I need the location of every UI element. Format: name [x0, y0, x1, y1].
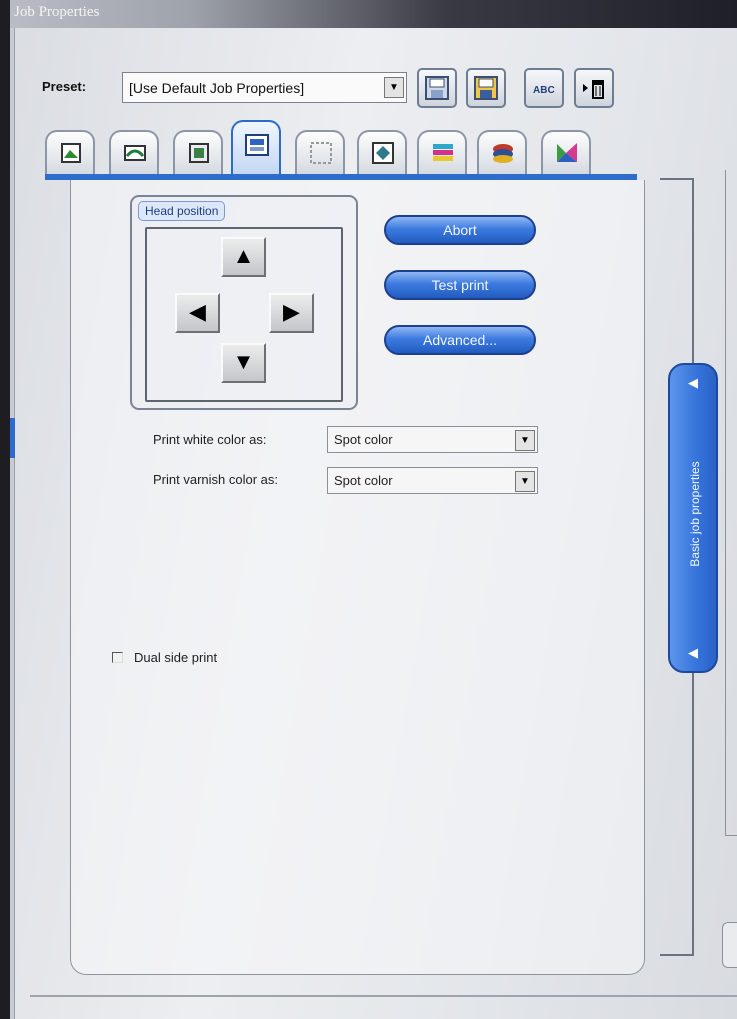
head-up-button[interactable]: ▲ — [221, 237, 266, 277]
chevron-down-icon[interactable]: ▼ — [515, 430, 535, 451]
abc-rename-icon: ABC — [533, 85, 555, 96]
abort-button[interactable]: Abort — [384, 215, 536, 245]
delete-icon — [583, 80, 604, 99]
preset-value: [Use Default Job Properties] — [129, 80, 305, 96]
arrow-up-icon: ▲ — [232, 243, 255, 268]
tab-3-icon — [189, 143, 209, 163]
basic-job-properties-tab[interactable]: ◀ Basic job properties ◀ — [668, 363, 718, 673]
left-frame-strip — [10, 28, 15, 1019]
save-as-button[interactable] — [466, 68, 506, 108]
varnish-color-value: Spot color — [334, 473, 393, 488]
tab-3[interactable] — [173, 130, 223, 174]
tab-8-icon — [493, 144, 513, 163]
preset-dropdown[interactable]: [Use Default Job Properties] ▼ — [122, 72, 407, 103]
test-print-button[interactable]: Test print — [384, 270, 536, 300]
head-position-group: Head position ▲ ◀ ▶ ▼ — [130, 195, 358, 410]
tab-1-icon — [61, 143, 81, 163]
dual-side-print-label: Dual side print — [134, 650, 218, 665]
tab-2[interactable] — [109, 130, 159, 174]
chevron-down-icon[interactable]: ▼ — [515, 471, 535, 492]
right-mini-tab[interactable] — [722, 922, 737, 968]
right-frame-edge — [725, 170, 737, 836]
advanced-button[interactable]: Advanced... — [384, 325, 536, 355]
head-down-button[interactable]: ▼ — [221, 343, 266, 383]
tab-2-icon — [124, 145, 146, 161]
tab-9-icon — [557, 143, 577, 162]
svg-text:ABC: ABC — [533, 85, 555, 96]
tab-4[interactable] — [231, 120, 281, 174]
head-position-label: Head position — [138, 201, 226, 221]
tab-strip — [45, 118, 625, 176]
head-right-button[interactable]: ▶ — [269, 293, 314, 333]
tab-4-icon — [245, 134, 269, 156]
save-icon — [425, 76, 449, 100]
tab-8[interactable] — [477, 130, 527, 174]
tab-7[interactable] — [417, 130, 467, 174]
side-tab-label: Basic job properties — [688, 461, 702, 567]
chevron-down-icon[interactable]: ▼ — [384, 77, 404, 98]
white-color-label: Print white color as: — [153, 432, 267, 447]
delete-button[interactable] — [574, 68, 614, 108]
window-title: Job Properties — [14, 4, 100, 20]
save-as-icon — [474, 76, 498, 100]
tab-6-icon — [372, 142, 394, 164]
arrow-left-icon: ◀ — [189, 299, 206, 324]
white-color-value: Spot color — [334, 432, 393, 447]
left-selection-accent — [10, 418, 15, 458]
dual-side-print-checkbox[interactable] — [112, 652, 123, 663]
arrow-right-icon: ▶ — [283, 299, 300, 324]
tab-7-icon — [433, 144, 453, 161]
collapse-arrow-icon: ◀ — [688, 645, 698, 660]
tab-9[interactable] — [541, 130, 591, 174]
job-properties-window: Job Properties Preset: [Use Default Job … — [10, 0, 737, 1019]
bottom-frame-line — [30, 995, 737, 997]
varnish-color-select[interactable]: Spot color ▼ — [327, 467, 538, 494]
head-left-button[interactable]: ◀ — [175, 293, 220, 333]
white-color-select[interactable]: Spot color ▼ — [327, 426, 538, 453]
arrow-down-icon: ▼ — [232, 349, 255, 374]
save-button[interactable] — [417, 68, 457, 108]
varnish-color-label: Print varnish color as: — [153, 472, 278, 487]
title-bar[interactable]: Job Properties — [10, 0, 737, 28]
tab-1[interactable] — [45, 130, 95, 174]
collapse-arrow-icon: ◀ — [688, 375, 698, 390]
rename-button[interactable]: ABC — [524, 68, 564, 108]
head-position-pad: ▲ ◀ ▶ ▼ — [145, 227, 343, 402]
tab-5[interactable] — [295, 130, 345, 174]
tab-6[interactable] — [357, 130, 407, 174]
tab-5-icon — [310, 142, 332, 164]
preset-label: Preset: — [42, 79, 87, 94]
